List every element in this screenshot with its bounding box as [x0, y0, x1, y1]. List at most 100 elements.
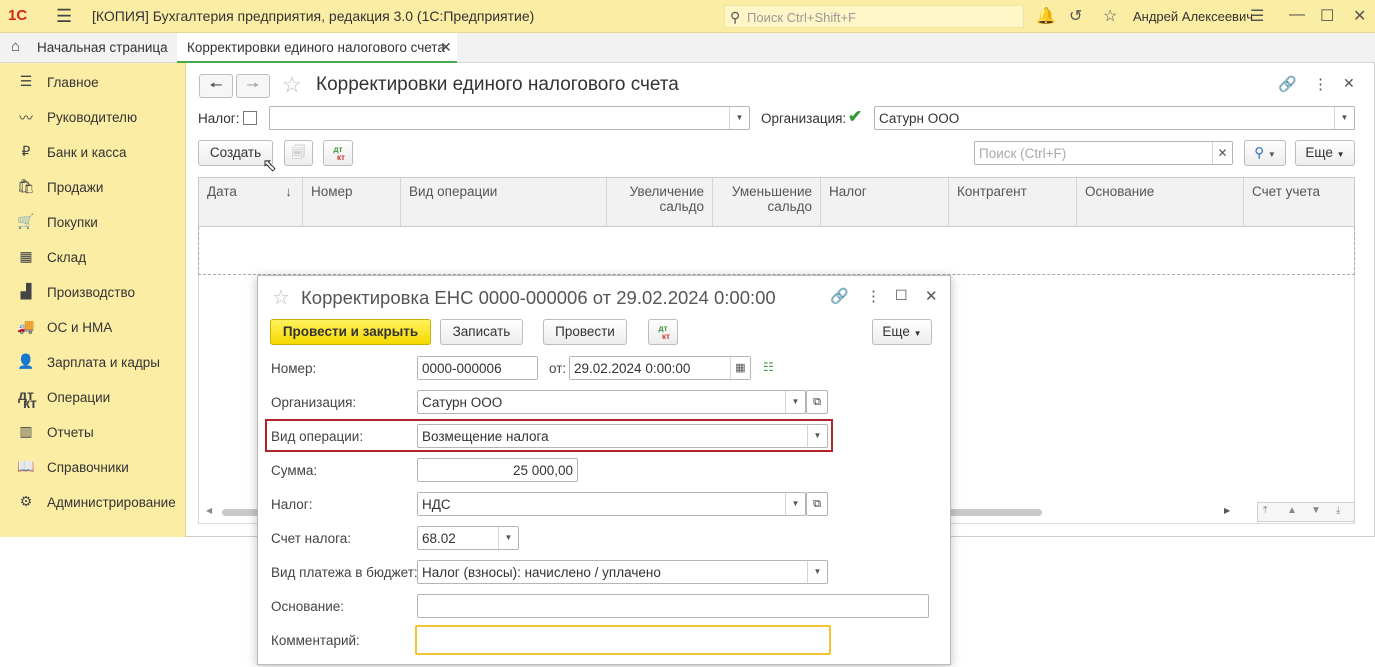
tab-close-icon[interactable]: ✕: [440, 39, 452, 56]
maximize-icon[interactable]: ☐: [895, 287, 908, 304]
open-tax-button[interactable]: ⧉: [806, 492, 828, 516]
sidebar-item-bank[interactable]: ₽ Банк и касса: [0, 135, 186, 170]
close-icon[interactable]: ✕: [1353, 6, 1366, 26]
col-account[interactable]: Счет учета: [1244, 178, 1350, 226]
menu-icon: ☰: [19, 73, 33, 89]
comment-field[interactable]: [415, 625, 831, 655]
number-field[interactable]: 0000-000006: [417, 356, 538, 380]
star-icon[interactable]: ☆: [1103, 6, 1117, 26]
tab-ens-corrections[interactable]: Корректировки единого налогового счета ✕: [177, 33, 457, 63]
sidebar-item-reports[interactable]: ▥ Отчеты: [0, 415, 186, 450]
more-button[interactable]: Еще ▼: [1295, 140, 1355, 166]
bell-icon[interactable]: 🔔: [1036, 6, 1056, 26]
sidebar-item-directories[interactable]: 📖 Справочники: [0, 450, 186, 485]
dt-kt-button[interactable]: дт кт: [648, 319, 678, 345]
tax-filter-field[interactable]: ▼: [269, 106, 750, 130]
sidebar-item-purchases[interactable]: 🛒 Покупки: [0, 205, 186, 240]
chevron-down-icon[interactable]: ▼: [785, 493, 805, 515]
sum-field[interactable]: 25 000,00: [417, 458, 578, 482]
history-icon[interactable]: ↺: [1069, 6, 1082, 26]
more-vert-icon[interactable]: ⋮: [1313, 75, 1328, 93]
link-icon[interactable]: 🔗: [1278, 75, 1297, 93]
tax-filter-checkbox[interactable]: [243, 111, 257, 125]
first-row-icon[interactable]: ⤒: [1263, 505, 1267, 516]
col-operation-type[interactable]: Вид операции: [401, 178, 607, 226]
close-icon[interactable]: ✕: [925, 287, 938, 305]
link-icon[interactable]: 🔗: [830, 287, 849, 305]
forward-button[interactable]: 🠖: [236, 74, 270, 98]
optype-field[interactable]: Возмещение налога ▼: [417, 424, 828, 448]
sidebar: ☰ Главное 〰 Руководителю ₽ Банк и касса 🛍 Пр…: [0, 63, 186, 537]
scroll-right-icon[interactable]: ▶: [1224, 506, 1230, 515]
chevron-down-icon[interactable]: ▼: [729, 107, 749, 129]
sidebar-item-assets[interactable]: 🚚 ОС и НМА: [0, 310, 186, 345]
post-button[interactable]: Провести: [543, 319, 627, 345]
sidebar-item-label: Покупки: [47, 215, 98, 230]
favorite-star-icon[interactable]: ☆: [272, 285, 290, 310]
basis-field[interactable]: [417, 594, 929, 618]
clear-icon[interactable]: ✕: [1212, 142, 1232, 164]
date-field[interactable]: 29.02.2024 0:00:00 ▦: [569, 356, 751, 380]
col-decrease[interactable]: Уменьшение сальдо: [713, 178, 821, 226]
tab-home[interactable]: ⌂ Начальная страница: [0, 33, 175, 63]
table-row[interactable]: [198, 227, 1355, 275]
open-org-button[interactable]: ⧉: [806, 390, 828, 414]
sidebar-item-main[interactable]: ☰ Главное: [0, 65, 186, 100]
favorite-star-icon[interactable]: ☆: [282, 72, 302, 98]
sidebar-item-admin[interactable]: ⚙ Администрирование: [0, 485, 186, 520]
global-search-input[interactable]: ⚲ Поиск Ctrl+Shift+F: [724, 5, 1024, 28]
sidebar-item-label: ОС и НМА: [47, 320, 113, 335]
org-filter-checkbox[interactable]: ✔: [848, 107, 862, 127]
sidebar-item-warehouse[interactable]: ▦ Склад: [0, 240, 186, 275]
people-icon: 👤: [17, 353, 35, 369]
org-field[interactable]: Сатурн ООО ▼: [417, 390, 806, 414]
more-button[interactable]: Еще ▼: [872, 319, 932, 345]
col-tax[interactable]: Налог: [821, 178, 949, 226]
maximize-icon[interactable]: ☐: [1320, 6, 1334, 26]
more-vert-icon[interactable]: ⋮: [866, 287, 881, 305]
scroll-left-icon[interactable]: ◀: [206, 506, 212, 515]
chevron-down-icon[interactable]: ▼: [807, 425, 827, 447]
form-close-icon[interactable]: ✕: [1343, 75, 1355, 92]
sidebar-item-operations[interactable]: дт кт Операции: [0, 380, 186, 415]
org-filter-field[interactable]: Сатурн ООО ▼: [874, 106, 1355, 130]
minimize-icon[interactable]: —: [1289, 6, 1305, 24]
prev-row-icon[interactable]: ▲: [1287, 505, 1297, 516]
settings-menu-icon[interactable]: ☰: [1250, 6, 1264, 26]
list-search-placeholder: Поиск (Ctrl+F): [979, 146, 1067, 161]
col-increase[interactable]: Увеличение сальдо: [607, 178, 713, 226]
current-user[interactable]: Андрей Алексеевич: [1133, 9, 1253, 24]
copy-doc-button[interactable]: 🗐: [284, 140, 313, 166]
home-icon: ⌂: [11, 38, 21, 55]
next-row-icon[interactable]: ▼: [1311, 505, 1321, 516]
col-counterparty[interactable]: Контрагент: [949, 178, 1077, 226]
dt-kt-button[interactable]: дт кт: [323, 140, 353, 166]
chevron-down-icon[interactable]: ▼: [807, 561, 827, 583]
tax-field[interactable]: НДС ▼: [417, 492, 806, 516]
chevron-down-icon[interactable]: ▼: [785, 391, 805, 413]
list-search-input[interactable]: Поиск (Ctrl+F) ✕: [974, 141, 1233, 165]
document-check-icon[interactable]: ☷: [763, 360, 774, 374]
sidebar-item-salary[interactable]: 👤 Зарплата и кадры: [0, 345, 186, 380]
calendar-icon[interactable]: ▦: [730, 357, 750, 379]
post-and-close-button[interactable]: Провести и закрыть: [270, 319, 431, 345]
taxacc-field[interactable]: 68.02 ▼: [417, 526, 519, 550]
back-button[interactable]: 🠔: [199, 74, 233, 98]
last-row-icon[interactable]: ⤓: [1336, 505, 1340, 516]
book-icon: 📖: [17, 458, 35, 474]
sidebar-item-production[interactable]: ▟ Производство: [0, 275, 186, 310]
col-date[interactable]: Дата ↓: [199, 178, 303, 226]
paytype-field[interactable]: Налог (взносы): начислено / уплачено ▼: [417, 560, 828, 584]
search-button[interactable]: ⚲ ▼: [1244, 140, 1286, 166]
chevron-down-icon[interactable]: ▼: [1334, 107, 1354, 129]
main-menu-icon[interactable]: ☰: [56, 6, 72, 27]
sidebar-item-manager[interactable]: 〰 Руководителю: [0, 100, 186, 135]
chevron-down-icon[interactable]: ▼: [498, 527, 518, 549]
col-basis[interactable]: Основание: [1077, 178, 1244, 226]
tax-value: НДС: [422, 497, 451, 512]
sidebar-item-label: Производство: [47, 285, 136, 300]
write-button[interactable]: Записать: [440, 319, 523, 345]
ens-correction-window: ☆ Корректировка ЕНС 0000-000006 от 29.02…: [257, 275, 951, 665]
sidebar-item-sales[interactable]: 🛍 Продажи: [0, 170, 186, 205]
col-number[interactable]: Номер: [303, 178, 401, 226]
